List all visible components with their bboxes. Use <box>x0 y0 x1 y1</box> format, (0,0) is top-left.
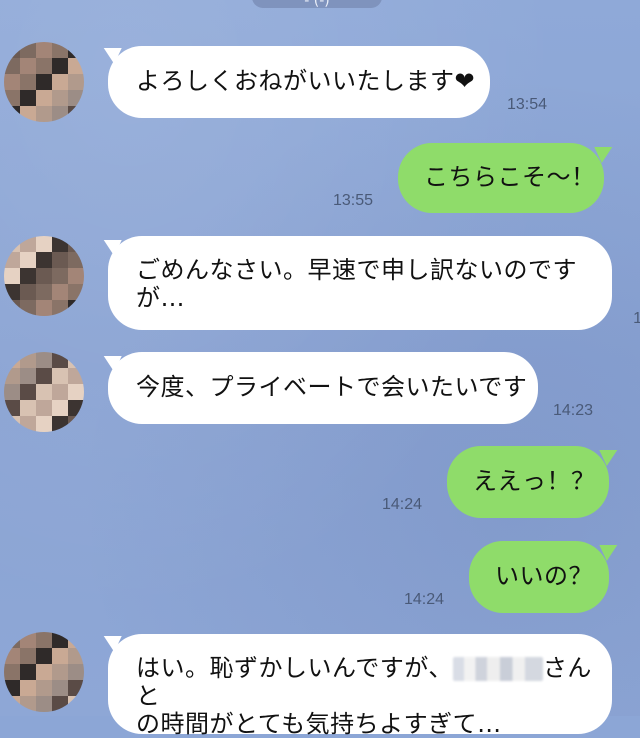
message-bubble[interactable]: よろしくおねがいいたします❤ <box>108 46 490 118</box>
avatar-pixel <box>36 58 52 74</box>
avatar-pixel <box>36 90 52 106</box>
message-bubble[interactable]: いいの？ <box>469 541 609 613</box>
avatar-pixel <box>68 74 84 90</box>
avatar-pixel <box>52 252 68 268</box>
message-text-line: ごめんなさい。早速で申し訳ないのです <box>136 256 577 284</box>
header-pill[interactable]: - (-) <box>252 0 382 8</box>
message-time: 13:55 <box>333 192 374 209</box>
avatar-pixel <box>52 368 68 384</box>
avatar-pixel <box>52 400 68 416</box>
avatar-pixel <box>4 384 20 400</box>
avatar-pixel <box>20 384 36 400</box>
message-text: ええっ！？ <box>473 467 596 495</box>
avatar[interactable] <box>4 236 84 316</box>
message-bubble[interactable]: 今度、プライベートで会いたいです <box>108 352 538 424</box>
avatar-pixel <box>4 664 20 680</box>
avatar-pixel <box>52 384 68 400</box>
avatar-pixel <box>20 648 36 664</box>
message-time-partial: 1 <box>633 310 640 327</box>
message-text: いいの？ <box>495 562 593 590</box>
avatar-pixel <box>52 648 68 664</box>
message-text-line: が… <box>136 284 185 312</box>
avatar[interactable] <box>4 632 84 712</box>
avatar-pixel <box>52 680 68 696</box>
avatar-pixel <box>20 58 36 74</box>
avatar-pixel <box>20 268 36 284</box>
header-title: - (-) <box>304 0 330 8</box>
avatar-pixel <box>20 74 36 90</box>
avatar-pixel <box>36 632 52 648</box>
heart-icon: ❤ <box>454 67 476 95</box>
message-text: こちらこそ〜！ <box>424 163 596 191</box>
avatar-pixel <box>36 74 52 90</box>
avatar-pixel <box>36 400 52 416</box>
message-bubble[interactable]: ごめんなさい。早速で申し訳ないのです が… <box>108 236 612 330</box>
message-text: 今度、プライベートで会いたいです <box>136 373 528 401</box>
avatar-pixel <box>68 384 84 400</box>
avatar-pixel <box>20 284 36 300</box>
avatar-pixel <box>68 268 84 284</box>
avatar-pixel <box>36 664 52 680</box>
message-text-line: の時間がとても気持ちよすぎて… <box>136 710 502 738</box>
avatar-pixel <box>36 284 52 300</box>
message-time: 14:23 <box>553 402 594 419</box>
avatar-pixel <box>36 416 52 432</box>
avatar-pixel <box>52 268 68 284</box>
avatar-pixel <box>20 400 36 416</box>
avatar-pixel <box>20 252 36 268</box>
avatar-pixel <box>52 90 68 106</box>
message-time: 14:24 <box>404 591 445 608</box>
avatar[interactable] <box>4 352 84 432</box>
avatar-pixel <box>4 74 20 90</box>
message-bubble[interactable]: ええっ！？ <box>447 446 609 518</box>
avatar-pixel <box>36 352 52 368</box>
message-text-line: はい。恥ずかしいんですが、 さんと <box>136 654 612 710</box>
avatar-pixel <box>52 284 68 300</box>
avatar-pixel <box>36 368 52 384</box>
avatar-pixel <box>4 268 20 284</box>
avatar[interactable] <box>4 42 84 122</box>
message-bubble[interactable]: こちらこそ〜！ <box>398 143 604 213</box>
avatar-pixel <box>36 106 52 122</box>
avatar-pixel <box>36 300 52 316</box>
avatar-pixel <box>20 90 36 106</box>
avatar-pixel <box>36 268 52 284</box>
avatar-pixel <box>52 664 68 680</box>
avatar-pixel <box>20 368 36 384</box>
avatar-pixel <box>20 680 36 696</box>
avatar-pixel <box>36 252 52 268</box>
avatar-pixel <box>52 58 68 74</box>
avatar-pixel <box>36 648 52 664</box>
message-time: 13:54 <box>507 96 548 113</box>
avatar-pixel <box>20 664 36 680</box>
avatar-pixel <box>52 74 68 90</box>
avatar-pixel <box>36 696 52 712</box>
avatar-pixel <box>36 384 52 400</box>
avatar-pixel <box>68 664 84 680</box>
redacted-name <box>452 657 543 681</box>
message-text: よろしくおねがいいたします <box>136 67 455 95</box>
avatar-pixel <box>36 680 52 696</box>
message-bubble[interactable]: はい。恥ずかしいんですが、 さんと の時間がとても気持ちよすぎて… <box>108 634 612 738</box>
message-text: はい。恥ずかしいんですが、 <box>136 654 453 682</box>
avatar-pixel <box>36 42 52 58</box>
message-time: 14:24 <box>382 496 423 513</box>
avatar-pixel <box>36 236 52 252</box>
